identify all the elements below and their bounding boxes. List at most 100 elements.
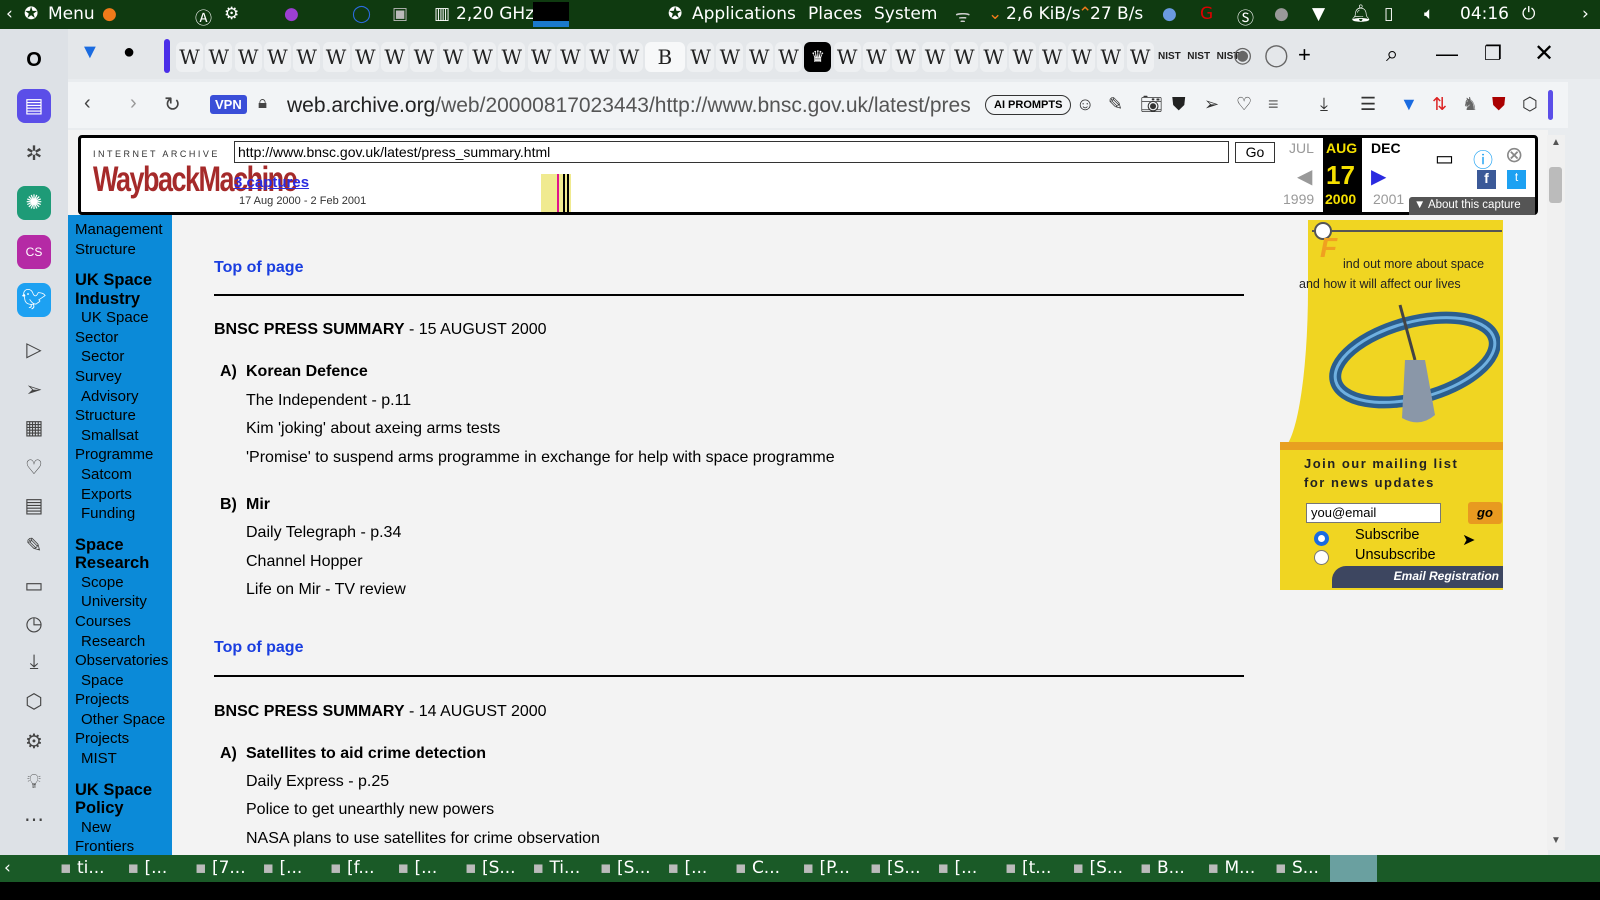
nav-link[interactable]: Management bbox=[75, 220, 172, 240]
battery-icon[interactable]: ▯ bbox=[1384, 4, 1393, 24]
sort-extension-icon[interactable]: ⇅ bbox=[1432, 94, 1447, 115]
nav-link[interactable]: Exports bbox=[75, 485, 172, 505]
taskbar-item[interactable]: ▪ [... bbox=[128, 858, 168, 878]
taskbar-item[interactable]: ▪ M... bbox=[1208, 858, 1256, 878]
applications-menu[interactable]: Applications bbox=[692, 4, 796, 24]
taskbar-item[interactable]: ▪ [f... bbox=[330, 858, 375, 878]
aria-icon[interactable]: ✲ bbox=[17, 137, 51, 171]
wifi-icon[interactable]: ᯤ bbox=[955, 4, 971, 27]
browser-tab[interactable]: W bbox=[615, 42, 643, 72]
maximize-button[interactable]: ❐ bbox=[1484, 41, 1502, 66]
vpn-badge[interactable]: VPN bbox=[210, 95, 247, 114]
extensions-cube-icon[interactable]: ⬡ bbox=[1522, 94, 1538, 115]
browser-tab[interactable]: W bbox=[950, 42, 978, 72]
send-icon[interactable]: ➢ bbox=[17, 373, 51, 407]
browser-tab[interactable]: W bbox=[833, 42, 861, 72]
browser-tab[interactable]: W bbox=[921, 42, 949, 72]
more-icon[interactable]: ⋯ bbox=[17, 803, 51, 837]
edit-icon[interactable]: ✎ bbox=[1108, 94, 1123, 115]
settings-icon[interactable]: ⚙ bbox=[224, 4, 239, 24]
tor-icon[interactable]: ● bbox=[284, 4, 299, 24]
pinned-tab-github-icon[interactable]: ● bbox=[123, 41, 135, 64]
extensions-icon[interactable]: ⬡ bbox=[17, 685, 51, 719]
nav-link[interactable]: New bbox=[75, 818, 172, 838]
app-indicator-icon[interactable]: ● bbox=[1274, 4, 1289, 24]
browser-tab[interactable]: W bbox=[1068, 42, 1095, 72]
nav-link[interactable]: Frontiers bbox=[75, 837, 172, 857]
shield-icon[interactable]: ⛊ bbox=[1172, 94, 1186, 115]
browser-tab[interactable]: W bbox=[862, 42, 890, 72]
browser-tab[interactable]: NIST bbox=[1156, 42, 1183, 72]
browser-tab[interactable]: ♛ bbox=[804, 42, 832, 72]
browser-tab[interactable]: W bbox=[176, 42, 203, 72]
taskbar-item[interactable]: ▪ C... bbox=[735, 858, 780, 878]
bookmarks-icon[interactable]: ♡ bbox=[17, 451, 51, 485]
nav-link[interactable]: Programme bbox=[75, 445, 172, 465]
close-wayback-icon[interactable]: ⊗ bbox=[1505, 142, 1523, 168]
globe-tab-icon[interactable]: ◉ bbox=[1233, 42, 1252, 68]
pinned-tab-vpn-icon[interactable]: ▼ bbox=[80, 41, 100, 64]
forward-button[interactable]: › bbox=[130, 92, 137, 115]
skype-icon[interactable]: Ⓢ bbox=[1237, 4, 1254, 29]
nav-link[interactable]: Scope bbox=[75, 573, 172, 593]
opera-icon[interactable]: ◯ bbox=[352, 4, 371, 24]
menu-button[interactable]: Menu bbox=[48, 4, 95, 24]
search-tabs-icon[interactable]: ⌕ bbox=[1386, 41, 1398, 67]
opera-tab-icon[interactable]: ◯ bbox=[1264, 42, 1289, 68]
sparkline-bar[interactable] bbox=[563, 174, 565, 212]
player-icon[interactable]: ▷ bbox=[17, 333, 51, 367]
nav-link[interactable]: Projects bbox=[75, 690, 172, 710]
browser-tab[interactable]: W bbox=[1097, 42, 1125, 72]
wayback-url-input[interactable]: http://www.bnsc.gov.uk/latest/press_summ… bbox=[234, 141, 1229, 163]
chatgpt-icon[interactable]: ✺ bbox=[17, 186, 51, 220]
places-menu[interactable]: Places bbox=[808, 4, 862, 24]
calendar-icon[interactable]: ▭ bbox=[1435, 146, 1454, 171]
unsubscribe-radio[interactable] bbox=[1314, 550, 1329, 565]
about-capture-button[interactable]: ▼ About this capture bbox=[1409, 197, 1535, 215]
top-of-page-link[interactable]: Top of page bbox=[214, 639, 303, 657]
reload-button[interactable]: ↻ bbox=[164, 92, 181, 117]
heart-icon[interactable]: ♡ bbox=[1236, 94, 1252, 115]
taskbar-item[interactable]: ▪ S... bbox=[1275, 858, 1319, 878]
nav-link[interactable]: Smallsat bbox=[75, 426, 172, 446]
next-year[interactable]: 2001 bbox=[1373, 191, 1404, 207]
nav-heading[interactable]: UK Space Industry bbox=[75, 271, 172, 308]
nav-link[interactable]: Funding bbox=[75, 504, 172, 524]
volume-icon[interactable]: 🔈︎ bbox=[1424, 4, 1434, 24]
panel-right-arrow-icon[interactable]: › bbox=[1582, 4, 1589, 24]
browser-tab[interactable]: W bbox=[556, 42, 584, 72]
taskbar-item[interactable]: ▪ [S... bbox=[465, 858, 516, 878]
taskbar-item[interactable]: ▪ [S... bbox=[870, 858, 921, 878]
help-icon[interactable]: ⓘ bbox=[1473, 144, 1493, 173]
search-tool-icon[interactable]: Ⓐ bbox=[195, 4, 212, 29]
taskbar-item[interactable]: ▪ Ti... bbox=[533, 858, 581, 878]
browser-tab[interactable]: W bbox=[716, 42, 744, 72]
power-icon[interactable]: ⏻ bbox=[1522, 4, 1535, 24]
taskbar-item[interactable]: ▪ [S... bbox=[600, 858, 651, 878]
browser-tab[interactable]: W bbox=[293, 42, 321, 72]
nav-heading[interactable]: UK Space Policy bbox=[75, 781, 172, 818]
tips-icon[interactable]: 💡︎ bbox=[17, 765, 51, 799]
active-task[interactable] bbox=[1330, 855, 1377, 882]
nav-link[interactable]: Advisory bbox=[75, 387, 172, 407]
workspace-icon[interactable]: ▤ bbox=[17, 89, 51, 123]
taskbar-left-arrow-icon[interactable]: ‹ bbox=[4, 858, 11, 878]
taskbar-item[interactable]: ▪ [... bbox=[938, 858, 978, 878]
browser-tab[interactable]: W bbox=[381, 42, 409, 72]
url-field[interactable]: web.archive.org/web/20000817023443/http:… bbox=[287, 94, 971, 118]
firefox-icon[interactable]: ● bbox=[102, 4, 117, 24]
facebook-icon[interactable]: f bbox=[1477, 170, 1496, 189]
browser-tab[interactable]: W bbox=[1009, 42, 1037, 72]
browser-tab[interactable]: W bbox=[892, 42, 920, 72]
emoji-icon[interactable]: ☺ bbox=[1076, 94, 1094, 115]
qbittorrent-icon[interactable]: ● bbox=[1162, 4, 1177, 24]
nav-link[interactable]: University bbox=[75, 592, 172, 612]
nav-link[interactable]: Satcom bbox=[75, 465, 172, 485]
taskbar-item[interactable]: ▪ [... bbox=[263, 858, 303, 878]
twitter-share-icon[interactable]: t bbox=[1507, 170, 1526, 189]
nav-link[interactable]: Courses bbox=[75, 612, 172, 632]
nav-link[interactable]: Survey bbox=[75, 367, 172, 387]
prev-capture-arrow-icon[interactable]: ◀ bbox=[1297, 164, 1312, 189]
taskbar-item[interactable]: ▪ [P... bbox=[803, 858, 850, 878]
reader-icon[interactable]: ≡ bbox=[1268, 94, 1279, 115]
